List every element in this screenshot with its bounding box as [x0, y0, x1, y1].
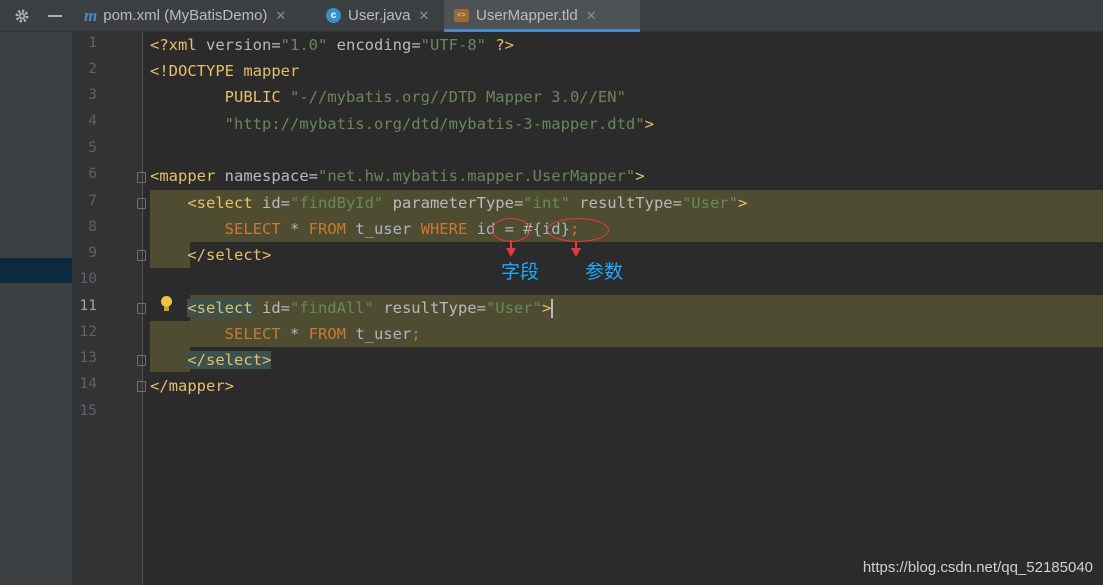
arrow-stem — [510, 240, 512, 248]
line-number: 15 — [79, 403, 97, 419]
tab-label: User.java — [348, 7, 411, 24]
field-annotation: 字段 — [501, 261, 540, 283]
fold-marker-icon[interactable] — [137, 355, 146, 366]
code-line-11[interactable]: <select id="findAll" resultType="User"> — [150, 296, 554, 320]
fold-marker-icon[interactable] — [137, 381, 146, 392]
line-number: 10 — [79, 271, 97, 287]
line-number: 6 — [88, 166, 97, 182]
param-highlight-ellipse — [547, 218, 609, 242]
param-annotation: 参数 — [585, 261, 624, 283]
text-cursor — [551, 299, 554, 318]
line-number: 1 — [88, 35, 97, 51]
line-number: 2 — [88, 61, 97, 77]
code-line-12[interactable]: SELECT * FROM t_user; — [150, 322, 421, 346]
code-line-13[interactable]: </select> — [150, 348, 272, 372]
code-line-3[interactable]: PUBLIC "-//mybatis.org//DTD Mapper 3.0//… — [150, 85, 626, 109]
gear-icon[interactable] — [8, 0, 36, 31]
tab-label: UserMapper.tld — [476, 7, 578, 24]
java-class-icon: c — [326, 8, 341, 23]
project-panel-strip — [0, 32, 72, 585]
maven-m-icon: m — [84, 5, 98, 25]
close-icon[interactable]: ✕ — [275, 8, 286, 24]
watermark: https://blog.csdn.net/qq_52185040 — [862, 559, 1093, 576]
tld-file-icon: <> — [454, 9, 469, 22]
tab-pom-xml[interactable]: m pom.xml (MyBatisDemo) ✕ — [76, 0, 294, 31]
line-number: 13 — [79, 350, 97, 366]
close-icon[interactable]: ✕ — [586, 8, 597, 24]
fold-marker-icon[interactable] — [137, 303, 146, 314]
editor-tab-bar: m pom.xml (MyBatisDemo) ✕ c User.java ✕ … — [0, 0, 1103, 32]
fold-marker-icon[interactable] — [137, 250, 146, 261]
minus-icon[interactable] — [42, 0, 68, 31]
line-number: 4 — [88, 113, 97, 129]
tab-usermapper-tld[interactable]: <> UserMapper.tld ✕ — [444, 0, 640, 32]
line-number: 8 — [88, 219, 97, 235]
close-icon[interactable]: ✕ — [419, 8, 430, 24]
code-line-1[interactable]: <?xml version="1.0" encoding="UTF-8" ?> — [150, 33, 514, 57]
code-line-7[interactable]: <select id="findById" parameterType="int… — [150, 191, 747, 215]
field-highlight-ellipse — [492, 218, 530, 242]
arrow-down-icon — [506, 248, 516, 257]
code-line-2[interactable]: <!DOCTYPE mapper — [150, 59, 299, 83]
tab-user-java[interactable]: c User.java ✕ — [318, 0, 437, 31]
line-number: 5 — [88, 140, 97, 156]
line-number: 12 — [79, 324, 97, 340]
line-number: 14 — [79, 376, 97, 392]
line-number: 7 — [88, 193, 97, 209]
code-line-6[interactable]: <mapper namespace="net.hw.mybatis.mapper… — [150, 164, 645, 188]
line-number: 3 — [88, 87, 97, 103]
tab-label: pom.xml (MyBatisDemo) — [103, 7, 268, 24]
arrow-down-icon — [571, 248, 581, 257]
line-number-current: 11 — [79, 298, 97, 314]
code-line-14[interactable]: </mapper> — [150, 374, 234, 398]
line-number: 9 — [88, 245, 97, 261]
code-line-9[interactable]: </select> — [150, 243, 271, 267]
code-line-4[interactable]: "http://mybatis.org/dtd/mybatis-3-mapper… — [150, 112, 654, 136]
project-panel-selection — [0, 258, 72, 283]
fold-marker-icon[interactable] — [137, 198, 146, 209]
fold-marker-icon[interactable] — [137, 172, 146, 183]
